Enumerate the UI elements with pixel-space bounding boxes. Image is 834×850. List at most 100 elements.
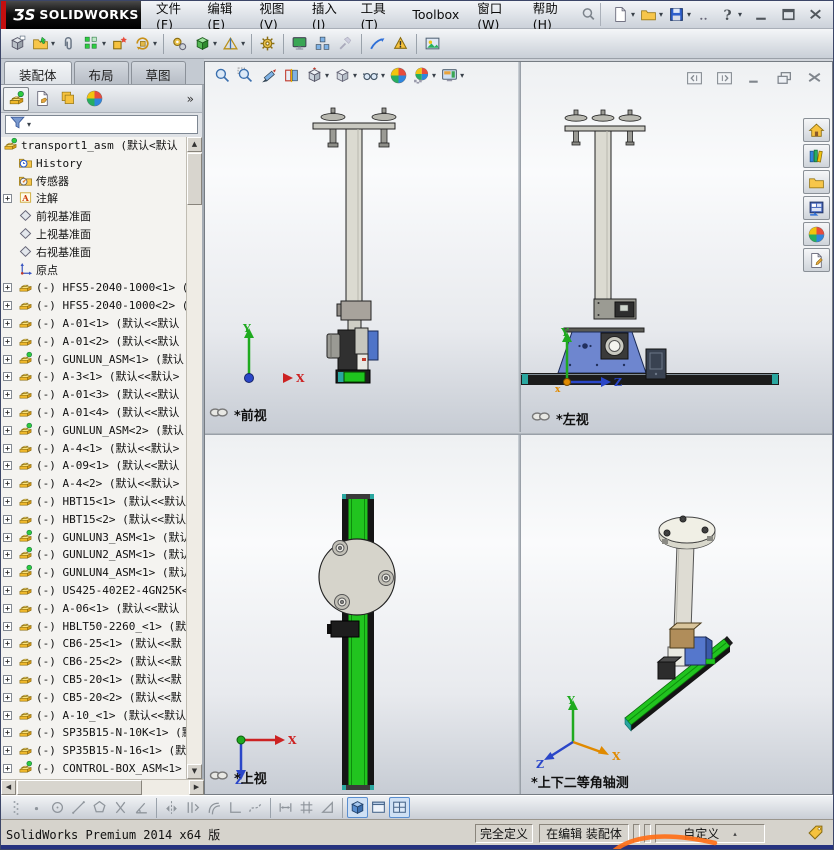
pane-right-button[interactable] — [713, 67, 736, 90]
command-tab[interactable]: 装配体 — [4, 61, 72, 84]
viewport-front[interactable]: Y X *前视 — [205, 62, 518, 432]
angle-button[interactable] — [131, 797, 152, 818]
tree-item[interactable]: + (-) HBT15<1> (默认<<默认 — [1, 493, 186, 511]
tree-item[interactable]: 原点 — [1, 262, 186, 280]
dropdown-arrow-icon[interactable]: ▾ — [241, 39, 245, 48]
search-icon[interactable] — [577, 3, 600, 26]
save-button[interactable] — [665, 3, 688, 26]
new-doc-button[interactable] — [609, 3, 632, 26]
expander-icon[interactable]: + — [3, 301, 12, 311]
menu-item-3[interactable]: 插入(I) — [303, 1, 352, 32]
expander-icon[interactable]: + — [3, 514, 12, 524]
grip-button[interactable] — [5, 797, 26, 818]
tree-item[interactable]: + (-) SP35B15-N-16<1> (默 — [1, 742, 186, 760]
open-button[interactable] — [637, 3, 660, 26]
dropdown-arrow-icon[interactable]: ▾ — [51, 39, 55, 48]
maximize-button[interactable] — [777, 3, 800, 26]
four-view-button[interactable] — [389, 797, 410, 818]
zoom-area-button[interactable] — [234, 64, 257, 87]
tree-item[interactable]: + (-) A-4<1> (默认<<默认> — [1, 440, 186, 458]
win-restore-button[interactable] — [773, 67, 796, 90]
make-block-button[interactable] — [317, 797, 338, 818]
edit-appearance-button[interactable] — [387, 64, 410, 87]
command-tab[interactable]: 草图 — [130, 61, 186, 84]
expander-icon[interactable]: + — [3, 425, 12, 435]
rotate-component-button[interactable] — [131, 32, 154, 55]
dropdown-arrow-icon[interactable]: ▾ — [325, 71, 329, 80]
view-orientation-button[interactable] — [303, 64, 326, 87]
menu-item-6[interactable]: 窗口(W) — [468, 1, 524, 32]
design-library-button[interactable] — [803, 144, 830, 168]
mirror-button[interactable] — [161, 797, 182, 818]
help-button[interactable]: ? — [716, 3, 739, 26]
tree-item[interactable]: + (-) GUNLUN_ASM<2> (默认 — [1, 422, 186, 440]
filter-dropdown-arrow[interactable]: ▾ — [27, 120, 31, 129]
tree-item[interactable]: + (-) A-10_<1> (默认<<默认 — [1, 707, 186, 725]
display-cube-button[interactable] — [347, 797, 368, 818]
tree-item[interactable]: + (-) CB5-20<1> (默认<<默 — [1, 671, 186, 689]
circle-button[interactable] — [47, 797, 68, 818]
expander-icon[interactable]: + — [3, 443, 12, 453]
tree-item[interactable]: History — [1, 155, 186, 173]
tree-item[interactable]: + (-) CB5-20<2> (默认<<默 — [1, 689, 186, 707]
dropdown-arrow-icon[interactable]: ▾ — [153, 39, 157, 48]
convert-entities-button[interactable] — [182, 797, 203, 818]
corner-button[interactable] — [224, 797, 245, 818]
tree-item[interactable]: + (-) A-06<1> (默认<<默认 — [1, 600, 186, 618]
expander-icon[interactable]: + — [3, 639, 12, 649]
more-button[interactable] — [693, 3, 716, 26]
expander-icon[interactable]: + — [3, 585, 12, 595]
menu-item-1[interactable]: 编辑(E) — [198, 1, 250, 32]
expander-icon[interactable]: + — [3, 692, 12, 702]
expander-icon[interactable]: + — [3, 621, 12, 631]
expander-icon[interactable]: + — [3, 336, 12, 346]
file-explorer-button[interactable] — [803, 170, 830, 194]
exploded-view-button[interactable] — [311, 32, 334, 55]
smart-dimension-button[interactable] — [275, 797, 296, 818]
interference-check-button[interactable] — [256, 32, 279, 55]
menu-item-5[interactable]: Toolbox — [403, 7, 468, 22]
expander-icon[interactable]: + — [3, 479, 12, 489]
tree-item[interactable]: + A 注解 — [1, 190, 186, 208]
display-style-button[interactable] — [331, 64, 354, 87]
tree-item[interactable]: + (-) HFS5-2040-1000<1> ( — [1, 279, 186, 297]
expander-icon[interactable]: + — [3, 532, 12, 542]
single-view-button[interactable] — [368, 797, 389, 818]
tree-item[interactable]: + (-) GUNLUN_ASM<1> (默认 — [1, 351, 186, 369]
dropdown-arrow-icon[interactable]: ▾ — [432, 71, 436, 80]
rebuild-warning-button[interactable]: ! — [389, 32, 412, 55]
previous-view-button[interactable] — [257, 64, 280, 87]
expander-icon[interactable]: + — [3, 674, 12, 684]
expander-icon[interactable]: + — [3, 283, 12, 293]
scroll-up-arrow[interactable]: ▲ — [187, 137, 202, 152]
scroll-thumb[interactable] — [187, 153, 202, 205]
tree-item[interactable]: + (-) HFS5-2040-1000<2> ( — [1, 297, 186, 315]
expander-icon[interactable]: + — [3, 496, 12, 506]
reference-geometry-button[interactable] — [219, 32, 242, 55]
offset-button[interactable] — [203, 797, 224, 818]
open-part-button[interactable] — [29, 32, 52, 55]
menu-item-4[interactable]: 工具(T) — [352, 1, 404, 32]
tree-item[interactable]: 右视基准面 — [1, 244, 186, 262]
custom-dropdown-arrow[interactable]: ▴ — [733, 830, 737, 838]
dropdown-arrow-icon[interactable]: ▾ — [460, 71, 464, 80]
expander-icon[interactable]: + — [3, 746, 12, 756]
scroll-down-arrow[interactable]: ▼ — [187, 764, 202, 779]
tree-item[interactable]: + (-) CONTROL-BOX_ASM<1> — [1, 760, 186, 778]
minimize-button[interactable] — [750, 3, 773, 26]
linear-pattern-button[interactable] — [80, 32, 103, 55]
view-palette-button[interactable] — [803, 196, 830, 220]
tree-item[interactable]: + (-) HBT15<2> (默认<<默认 — [1, 511, 186, 529]
zoom-fit-button[interactable] — [211, 64, 234, 87]
viewport-isometric[interactable]: Y X Z *上下二等角轴测 — [521, 435, 832, 794]
tree-horizontal-scrollbar[interactable]: ◀ ▶ — [1, 779, 204, 795]
expander-icon[interactable]: + — [3, 194, 12, 204]
trim-button[interactable] — [110, 797, 131, 818]
assembly-features-button[interactable] — [191, 32, 214, 55]
expander-icon[interactable]: + — [3, 568, 12, 578]
apply-scene-button[interactable] — [410, 64, 433, 87]
command-tab[interactable]: 布局 — [73, 61, 129, 84]
dropdown-arrow-icon[interactable]: ▾ — [687, 10, 691, 19]
close-button[interactable] — [804, 3, 827, 26]
scroll-right-arrow[interactable]: ▶ — [189, 780, 204, 795]
